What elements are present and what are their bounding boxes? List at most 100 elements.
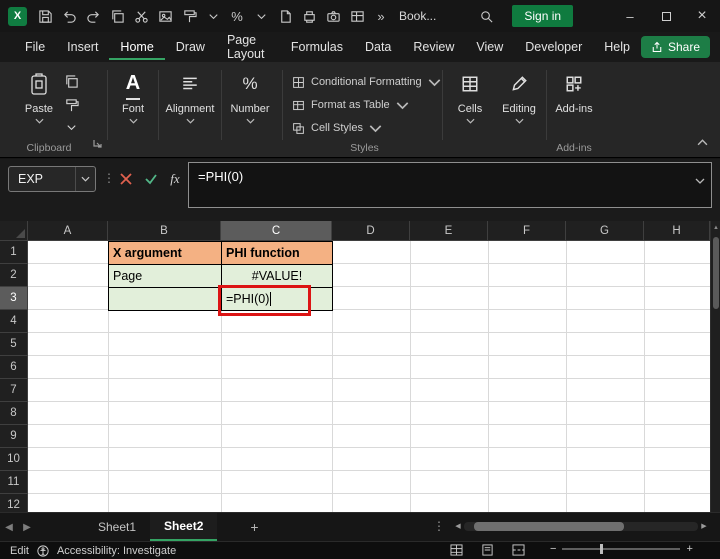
- row-header-7[interactable]: 7: [0, 379, 28, 402]
- number-format-icon[interactable]: %: [225, 4, 249, 28]
- dropdown-chevron-icon[interactable]: [201, 4, 225, 28]
- undo-icon[interactable]: [57, 4, 81, 28]
- cell-b3[interactable]: [108, 287, 222, 311]
- zoom-slider[interactable]: [562, 544, 681, 554]
- addins-button[interactable]: Add-ins: [551, 68, 597, 146]
- excel-app-icon[interactable]: X: [8, 6, 27, 26]
- number-group-button[interactable]: % Number: [227, 68, 273, 146]
- scroll-right-icon[interactable]: ▶: [698, 522, 710, 530]
- add-sheet-button[interactable]: +: [241, 513, 267, 541]
- cell-b2[interactable]: Page: [108, 264, 222, 288]
- row-header-2[interactable]: 2: [0, 264, 28, 287]
- new-file-icon[interactable]: [273, 4, 297, 28]
- format-painter-small-icon[interactable]: [64, 98, 79, 113]
- horizontal-scrollbar-thumb[interactable]: [474, 521, 624, 531]
- row-header-4[interactable]: 4: [0, 310, 28, 333]
- row-header-5[interactable]: 5: [0, 333, 28, 356]
- print-icon[interactable]: [297, 4, 321, 28]
- collapse-ribbon-icon[interactable]: [697, 133, 708, 151]
- normal-view-icon[interactable]: [450, 543, 463, 559]
- zoom-slider-thumb[interactable]: [600, 544, 604, 554]
- sheet-nav-right-icon[interactable]: ▶: [18, 513, 36, 541]
- maximize-button[interactable]: [648, 0, 684, 32]
- horizontal-scrollbar-track[interactable]: [464, 521, 698, 531]
- clipboard-options-icon[interactable]: [64, 120, 79, 135]
- column-header-e[interactable]: E: [410, 221, 488, 241]
- column-header-d[interactable]: D: [332, 221, 410, 241]
- formula-bar-grip-icon[interactable]: ⋮: [103, 171, 115, 185]
- cell-b1[interactable]: X argument: [108, 241, 222, 265]
- tab-home[interactable]: Home: [109, 34, 165, 60]
- row-header-9[interactable]: 9: [0, 425, 28, 448]
- sign-in-button[interactable]: Sign in: [512, 5, 574, 27]
- vertical-scrollbar[interactable]: ▲: [710, 221, 720, 512]
- format-painter-icon[interactable]: [177, 4, 201, 28]
- expand-formula-bar-icon[interactable]: [695, 171, 705, 189]
- paste-button[interactable]: Paste: [18, 68, 60, 146]
- column-header-f[interactable]: F: [488, 221, 566, 241]
- alignment-group-button[interactable]: Alignment: [163, 68, 217, 146]
- minimize-button[interactable]: –: [612, 0, 648, 32]
- scroll-left-icon[interactable]: ◀: [452, 522, 464, 530]
- share-button[interactable]: Share: [640, 36, 710, 58]
- spreadsheet-grid[interactable]: X argument PHI function Page #VALUE! =PH…: [28, 241, 710, 512]
- redo-icon[interactable]: [81, 4, 105, 28]
- camera-icon[interactable]: [321, 4, 345, 28]
- copy-icon[interactable]: [105, 4, 129, 28]
- tab-insert[interactable]: Insert: [56, 34, 109, 60]
- column-header-c[interactable]: C: [221, 221, 332, 241]
- row-header-3[interactable]: 3: [0, 287, 28, 310]
- copy-small-icon[interactable]: [64, 74, 79, 89]
- row-header-10[interactable]: 10: [0, 448, 28, 471]
- column-header-b[interactable]: B: [108, 221, 221, 241]
- page-break-view-icon[interactable]: [512, 543, 525, 559]
- search-icon[interactable]: [474, 4, 498, 28]
- save-icon[interactable]: [33, 4, 57, 28]
- font-group-button[interactable]: A Font: [112, 68, 154, 146]
- tab-view[interactable]: View: [465, 34, 514, 60]
- page-layout-view-icon[interactable]: [481, 543, 494, 559]
- vertical-scrollbar-thumb[interactable]: [713, 237, 719, 309]
- zoom-out-icon[interactable]: −: [550, 543, 556, 555]
- tab-review[interactable]: Review: [402, 34, 465, 60]
- tab-draw[interactable]: Draw: [165, 34, 216, 60]
- column-header-g[interactable]: G: [566, 221, 644, 241]
- formula-input[interactable]: =PHI(0): [188, 162, 712, 208]
- accessibility-status[interactable]: Accessibility: Investigate: [57, 545, 176, 557]
- sheet-bar-options-icon[interactable]: ⋮: [433, 519, 445, 533]
- column-header-a[interactable]: A: [28, 221, 108, 241]
- select-all-button[interactable]: [0, 221, 28, 241]
- row-header-11[interactable]: 11: [0, 471, 28, 494]
- cut-icon[interactable]: [129, 4, 153, 28]
- name-box[interactable]: EXP: [8, 166, 96, 192]
- cells-group-button[interactable]: Cells: [448, 68, 492, 146]
- scroll-up-icon[interactable]: ▲: [711, 221, 720, 235]
- horizontal-scrollbar[interactable]: ◀ ▶: [452, 518, 710, 534]
- conditional-formatting-button[interactable]: Conditional Formatting: [292, 72, 441, 92]
- dropdown-chevron-icon[interactable]: [249, 4, 273, 28]
- clipboard-dialog-launcher-icon[interactable]: [92, 135, 102, 153]
- tab-file[interactable]: File: [14, 34, 56, 60]
- sheet-tab-sheet2[interactable]: Sheet2: [150, 513, 218, 541]
- cancel-button[interactable]: [115, 168, 137, 190]
- row-header-8[interactable]: 8: [0, 402, 28, 425]
- editing-group-button[interactable]: Editing: [496, 68, 542, 146]
- sheet-tab-sheet1[interactable]: Sheet1: [84, 513, 150, 541]
- tab-page-layout[interactable]: Page Layout: [216, 27, 280, 67]
- cell-c1[interactable]: PHI function: [221, 241, 333, 265]
- row-header-6[interactable]: 6: [0, 356, 28, 379]
- table-icon[interactable]: [345, 4, 369, 28]
- tab-formulas[interactable]: Formulas: [280, 34, 354, 60]
- picture-icon[interactable]: [153, 4, 177, 28]
- zoom-in-icon[interactable]: +: [686, 543, 692, 555]
- enter-button[interactable]: [140, 168, 162, 190]
- qat-overflow-icon[interactable]: »: [369, 4, 393, 28]
- sheet-nav-left-icon[interactable]: ◀: [0, 513, 18, 541]
- close-button[interactable]: ×: [684, 0, 720, 32]
- name-box-dropdown-icon[interactable]: [75, 167, 95, 191]
- tab-help[interactable]: Help: [593, 34, 641, 60]
- tab-developer[interactable]: Developer: [514, 34, 593, 60]
- row-header-1[interactable]: 1: [0, 241, 28, 264]
- tab-data[interactable]: Data: [354, 34, 402, 60]
- format-as-table-button[interactable]: Format as Table: [292, 95, 409, 115]
